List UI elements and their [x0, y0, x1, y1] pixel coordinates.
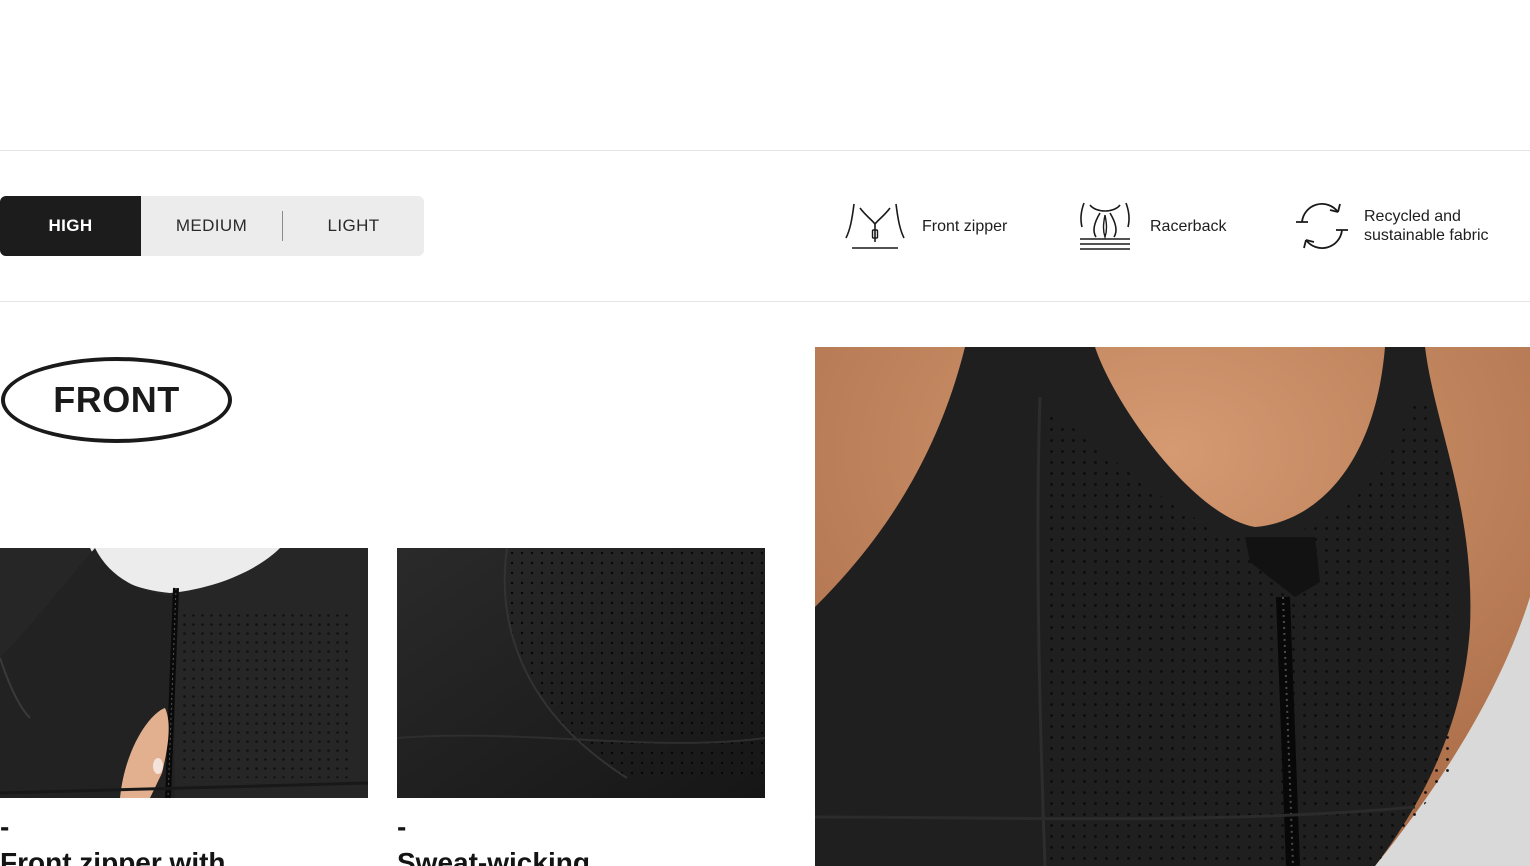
detail-caption-mesh: - Sweat-wicking [397, 812, 590, 866]
detail-image-zipper [0, 548, 368, 798]
product-image-front [815, 347, 1530, 866]
top-divider [0, 150, 1530, 151]
detail-image-mesh [397, 548, 765, 798]
feature-label-racerback: Racerback [1150, 217, 1227, 235]
recycle-icon [1296, 202, 1348, 250]
section-badge: FRONT [1, 357, 232, 443]
feature-racerback: Racerback [1076, 196, 1226, 256]
intensity-option-light[interactable]: LIGHT [283, 196, 424, 256]
caption-text: Front zipper with [0, 847, 226, 866]
feature-label-front-zipper: Front zipper [922, 217, 1008, 235]
racerback-icon [1080, 202, 1130, 250]
intensity-option-high[interactable]: HIGH [0, 196, 141, 256]
intensity-option-medium[interactable]: MEDIUM [141, 196, 282, 256]
feature-front-zipper: Front zipper [844, 196, 1007, 256]
support-level-selector: HIGH MEDIUM LIGHT [0, 196, 424, 256]
page: HIGH MEDIUM LIGHT Front zipper Racerback [0, 0, 1530, 866]
detail-caption-zipper: - Front zipper with [0, 812, 226, 866]
mesh-fabric-illustration [397, 548, 765, 798]
section-badge-label: FRONT [53, 379, 180, 420]
bottom-divider [0, 301, 1530, 302]
feature-label-recycled-fabric: Recycled and sustainable fabric [1364, 208, 1489, 244]
front-view-illustration [815, 347, 1530, 866]
front-zipper-icon [845, 203, 905, 249]
zipper-closeup-illustration [0, 548, 368, 798]
caption-dash: - [397, 811, 407, 842]
caption-dash: - [0, 811, 10, 842]
caption-text: Sweat-wicking [397, 847, 590, 866]
feature-recycled-fabric: Recycled and sustainable fabric [1294, 196, 1489, 256]
